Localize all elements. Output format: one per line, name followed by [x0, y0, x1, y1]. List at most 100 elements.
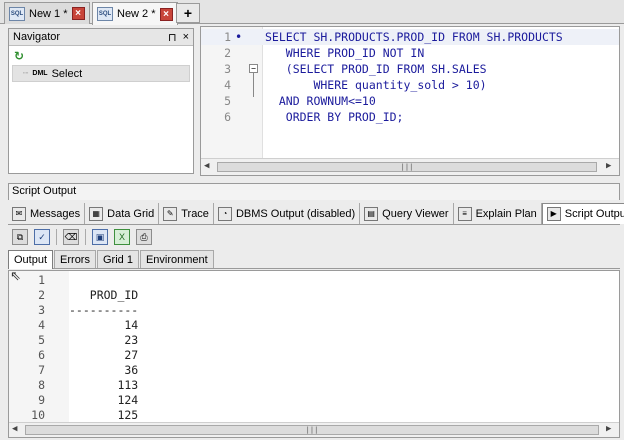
line-number: 1 — [224, 30, 231, 44]
sql-editor[interactable]: 1 • SELECT SH.PRODUCTS.PROD_ID FROM SH.P… — [200, 26, 620, 176]
code-text: ORDER BY PROD_ID; — [265, 110, 404, 124]
scroll-left-icon[interactable]: ◀ — [12, 424, 17, 434]
code-text: SELECT SH.PRODUCTS.PROD_ID FROM SH.PRODU… — [265, 30, 563, 44]
toolbar-divider — [85, 229, 86, 245]
output-line: 4 14 — [9, 318, 619, 333]
code-text: AND ROWNUM<=10 — [265, 94, 376, 108]
line-number: 3 — [224, 62, 231, 76]
navigator-title: Navigator — [13, 31, 61, 43]
tab-dbms-output[interactable]: ◔ DBMS Output (disabled) — [214, 203, 361, 224]
tab-trace[interactable]: ✎ Trace — [159, 203, 214, 224]
close-icon[interactable]: × — [71, 7, 85, 20]
output-line: 8 113 — [9, 378, 619, 393]
line-number: 2 — [38, 288, 45, 302]
save-icon[interactable]: ▣ — [92, 229, 108, 245]
tab-messages[interactable]: ✉ Messages — [8, 203, 86, 224]
output-panel-tabs: ✉ Messages ▦ Data Grid ✎ Trace ◔ DBMS Ou… — [8, 203, 624, 225]
output-text: 27 — [69, 348, 139, 362]
tab-new-1[interactable]: SQL New 1 * × — [4, 2, 90, 24]
current-line-marker-icon: • — [235, 30, 243, 44]
output-line: 7 36 — [9, 363, 619, 378]
clear-icon[interactable]: ⌫ — [63, 229, 79, 245]
tab-label: Query Viewer — [382, 207, 449, 220]
explain-plan-icon: ≡ — [457, 206, 472, 221]
code-line[interactable]: 3 − (SELECT PROD_ID FROM SH.SALES — [201, 61, 619, 77]
tab-query-viewer[interactable]: ▤ Query Viewer — [360, 203, 454, 224]
script-output-icon: ▶ — [546, 207, 561, 221]
trace-icon: ✎ — [163, 206, 178, 221]
close-icon[interactable]: × — [183, 31, 189, 44]
line-number: 5 — [38, 333, 45, 347]
check-format-icon[interactable]: ✓ — [34, 229, 50, 245]
line-number: 4 — [224, 78, 231, 92]
navigator-item-select[interactable]: ┈ DML Select — [12, 65, 190, 82]
code-line[interactable]: 6 ORDER BY PROD_ID; — [201, 109, 619, 125]
output-line: 6 27 — [9, 348, 619, 363]
script-output-title: Script Output — [8, 183, 620, 200]
tab-grid-1[interactable]: Grid 1 — [96, 250, 139, 268]
code-line[interactable]: 1 • SELECT SH.PRODUCTS.PROD_ID FROM SH.P… — [201, 29, 619, 45]
output-sub-tabs: Output Errors Grid 1 Environment — [8, 250, 620, 269]
line-number: 6 — [38, 348, 45, 362]
tree-branch-icon: ┈ — [23, 68, 29, 78]
toolbar-divider — [56, 229, 57, 245]
code-line[interactable]: 5 AND ROWNUM<=10 — [201, 93, 619, 109]
editor-horizontal-scrollbar[interactable]: ◀ ||| ▶ — [201, 158, 619, 175]
tab-script-output[interactable]: ▶ Script Output — [541, 203, 624, 224]
output-horizontal-scrollbar[interactable]: ◀ ||| ▶ — [9, 422, 619, 437]
tab-data-grid[interactable]: ▦ Data Grid — [85, 203, 160, 224]
code-line[interactable]: 2 WHERE PROD_ID NOT IN — [201, 45, 619, 61]
output-text: 36 — [69, 363, 139, 377]
scrollbar-thumb[interactable]: ||| — [217, 162, 597, 172]
line-number: 7 — [38, 363, 45, 377]
excel-icon[interactable]: X — [114, 229, 130, 245]
pin-icon[interactable]: ⊓ — [168, 31, 177, 44]
document-tab-bar: SQL New 1 * × SQL New 2 * × + — [0, 0, 624, 25]
add-tab-button[interactable]: + — [176, 3, 200, 23]
line-number: 8 — [38, 378, 45, 392]
tab-label: New 1 * — [29, 7, 68, 20]
tab-label: New 2 * — [117, 8, 156, 20]
close-icon[interactable]: × — [159, 7, 173, 21]
line-number: 3 — [38, 303, 45, 317]
print-icon[interactable]: ⎙ — [136, 229, 152, 245]
output-line: 3 ---------- — [9, 303, 619, 318]
scroll-right-icon[interactable]: ▶ — [606, 424, 611, 434]
navigator-panel: Navigator ⊓ × ↻ ┈ DML Select — [8, 28, 194, 174]
fold-collapse-icon[interactable]: − — [249, 64, 258, 73]
tab-output[interactable]: Output — [8, 250, 54, 269]
output-text: 23 — [69, 333, 139, 347]
output-line: 5 23 — [9, 333, 619, 348]
output-line: 9 124 — [9, 393, 619, 408]
code-text: WHERE PROD_ID NOT IN — [265, 46, 425, 60]
tab-explain-plan[interactable]: ≡ Explain Plan — [454, 203, 542, 224]
mouse-cursor-icon: ⇖ — [10, 268, 21, 283]
line-number: 10 — [31, 408, 45, 422]
code-line[interactable]: 4 WHERE quantity_sold > 10) — [201, 77, 619, 93]
tab-environment[interactable]: Environment — [139, 250, 214, 268]
line-number: 6 — [224, 110, 231, 124]
output-text: 14 — [69, 318, 139, 332]
refresh-icon[interactable]: ↻ — [14, 49, 24, 63]
tab-new-2[interactable]: SQL New 2 * × — [92, 2, 178, 25]
tab-label: Explain Plan — [475, 207, 537, 220]
scrollbar-thumb[interactable]: ||| — [25, 425, 599, 435]
line-number: 5 — [224, 94, 231, 108]
output-line: 1 — [9, 273, 619, 288]
output-text: ---------- — [69, 303, 139, 317]
copy-icon[interactable]: ⧉ — [12, 229, 28, 245]
dml-icon: DML — [32, 70, 48, 77]
line-number: 2 — [224, 46, 231, 60]
tab-label: Script Output — [564, 208, 624, 220]
scroll-right-icon[interactable]: ▶ — [606, 161, 611, 171]
navigator-toolbar: ↻ — [9, 46, 193, 65]
tab-label: Trace — [181, 207, 209, 220]
tab-label: Messages — [30, 207, 81, 220]
messages-icon: ✉ — [12, 206, 26, 221]
line-number: 9 — [38, 393, 45, 407]
tab-errors[interactable]: Errors — [54, 250, 96, 268]
tab-label: DBMS Output (disabled) — [235, 207, 356, 220]
scroll-left-icon[interactable]: ◀ — [204, 161, 209, 171]
dbms-output-icon: ◔ — [217, 206, 232, 221]
script-output-text[interactable]: 1 2 PROD_ID 3 ---------- 4 14 5 23 6 2 7 … — [8, 270, 620, 438]
